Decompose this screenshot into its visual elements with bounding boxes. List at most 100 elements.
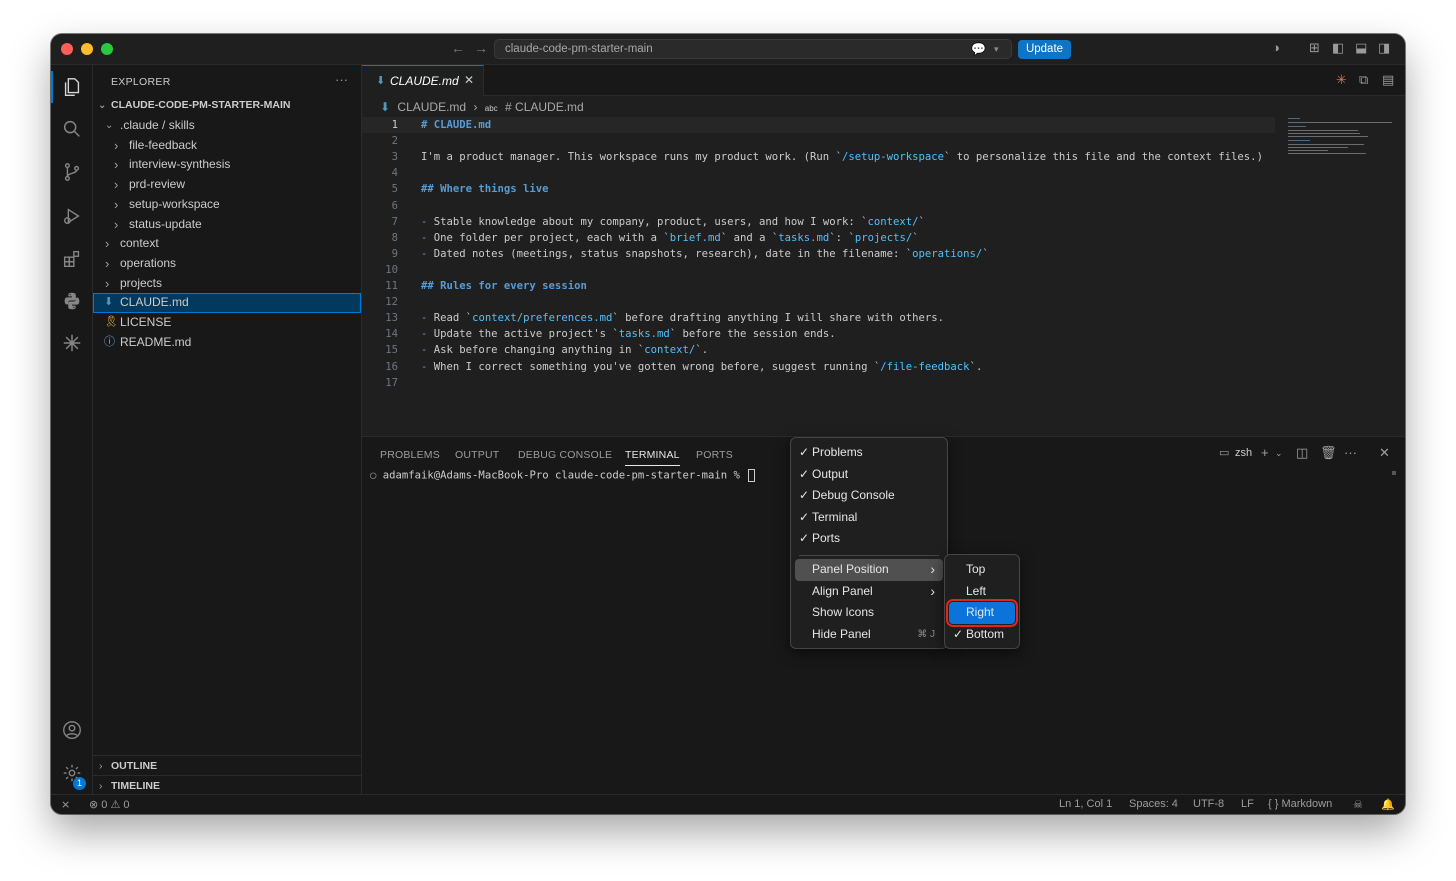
position-option-top[interactable]: Top	[949, 559, 1015, 581]
menu-item-output[interactable]: ✓ Output	[795, 464, 943, 486]
position-option-bottom[interactable]: ✓ Bottom	[949, 624, 1015, 646]
tab-terminal[interactable]: TERMINAL	[625, 449, 680, 466]
new-terminal-icon[interactable]: +	[1261, 445, 1269, 460]
indentation[interactable]: Spaces: 4	[1129, 798, 1178, 810]
chevron-down-icon[interactable]: ⌄	[1275, 448, 1283, 459]
zoom-window-button[interactable]	[101, 43, 113, 55]
python-icon[interactable]	[51, 281, 93, 321]
timeline-section[interactable]: › TIMELINE	[93, 775, 361, 795]
menu-item-ports[interactable]: ✓ Ports	[795, 528, 943, 550]
notifications-bell-icon[interactable]: 🔔	[1381, 798, 1395, 811]
position-option-right[interactable]: Right	[946, 599, 1018, 627]
tree-item-operations[interactable]: › operations	[93, 254, 361, 274]
code-line[interactable]: 4	[362, 165, 1405, 181]
tree-item-claude-skills[interactable]: ⌄ .claude / skills	[93, 116, 361, 136]
menu-item-hide-panel[interactable]: Hide Panel ⌘ J	[795, 624, 943, 646]
open-changes-icon[interactable]: ▤	[1382, 72, 1394, 88]
tab-output[interactable]: OUTPUT	[455, 449, 499, 461]
terminal-prompt-line[interactable]: ○ adamfaik@Adams-MacBook-Pro claude-code…	[370, 469, 756, 482]
tree-item-readme-md[interactable]: ⓘ README.md	[93, 333, 361, 353]
close-tab-icon[interactable]: ✕	[464, 73, 474, 87]
code-line[interactable]: 7 - Stable knowledge about my company, pr…	[362, 214, 1405, 230]
claude-icon[interactable]	[51, 323, 93, 363]
menu-item-show-icons[interactable]: Show Icons	[795, 602, 943, 624]
back-arrow-icon[interactable]: ←	[451, 40, 465, 56]
code-line[interactable]: 3 I'm a product manager. This workspace r…	[362, 149, 1405, 165]
end-of-line[interactable]: LF	[1241, 798, 1254, 810]
copilot-status-icon[interactable]: ☠	[1353, 798, 1363, 811]
copilot-icon[interactable]: ◑	[1272, 40, 1280, 55]
menu-item-terminal[interactable]: ✓ Terminal	[795, 507, 943, 529]
tree-item-claude-md[interactable]: ⬇ CLAUDE.md	[93, 293, 361, 313]
code-line[interactable]: 10	[362, 262, 1405, 278]
chevron-down-icon[interactable]: ▾	[994, 44, 999, 55]
tab-claude-md[interactable]: ⬇ CLAUDE.md ✕	[362, 65, 484, 96]
code-line[interactable]: 14 - Update the active project's `tasks.m…	[362, 326, 1405, 342]
tab-ports[interactable]: PORTS	[696, 449, 733, 461]
remote-icon[interactable]: ⨯	[61, 798, 70, 811]
search-icon[interactable]	[51, 109, 93, 149]
menu-item-align-panel[interactable]: Align Panel ›	[795, 581, 943, 603]
extensions-icon[interactable]	[51, 239, 93, 279]
code-line[interactable]: 15 - Ask before changing anything in `con…	[362, 342, 1405, 358]
code-line[interactable]: 8 - One folder per project, each with a `…	[362, 230, 1405, 246]
minimap[interactable]	[1288, 117, 1392, 157]
code-line[interactable]: 12	[362, 294, 1405, 310]
command-center-search[interactable]: claude-code-pm-starter-main 💬 ▾	[494, 39, 1012, 59]
chat-icon[interactable]: 💬	[971, 42, 986, 56]
menu-item-debug-console[interactable]: ✓ Debug Console	[795, 485, 943, 507]
tree-item-file-feedback[interactable]: › file-feedback	[93, 136, 361, 156]
toggle-secondary-sidebar-icon[interactable]: ◨	[1378, 40, 1390, 56]
more-panel-actions-icon[interactable]: ···	[1344, 445, 1357, 460]
tree-item-status-update[interactable]: › status-update	[93, 215, 361, 235]
position-option-left[interactable]: Left	[949, 581, 1015, 603]
terminal-scrollbar[interactable]	[1392, 471, 1396, 475]
code-line[interactable]: 1 # CLAUDE.md	[362, 117, 1275, 134]
code-line[interactable]: 17	[362, 375, 1405, 391]
tree-item-interview-synthesis[interactable]: › interview-synthesis	[93, 155, 361, 175]
tree-item-setup-workspace[interactable]: › setup-workspace	[93, 195, 361, 215]
split-terminal-icon[interactable]: ◫	[1296, 445, 1308, 461]
code-line[interactable]: 2	[362, 133, 1405, 149]
menu-item-problems[interactable]: ✓ Problems	[795, 442, 943, 464]
kill-terminal-icon[interactable]: 🗑	[1320, 445, 1337, 461]
tree-item-prd-review[interactable]: › prd-review	[93, 175, 361, 195]
explorer-icon[interactable]	[51, 67, 93, 107]
cursor-position[interactable]: Ln 1, Col 1	[1059, 798, 1112, 810]
tree-item-projects[interactable]: › projects	[93, 274, 361, 294]
toggle-panel-icon[interactable]: ⬓	[1355, 40, 1367, 56]
claude-action-icon[interactable]: ✳	[1336, 72, 1347, 88]
shell-name[interactable]: zsh	[1235, 447, 1252, 459]
code-line[interactable]: 11 ## Rules for every session	[362, 278, 1405, 294]
code-line[interactable]: 5 ## Where things live	[362, 181, 1405, 197]
run-debug-icon[interactable]	[51, 196, 93, 236]
customize-layout-icon[interactable]: ⊞	[1309, 40, 1320, 56]
encoding[interactable]: UTF-8	[1193, 798, 1224, 810]
more-actions-icon[interactable]: ···	[335, 72, 348, 87]
code-line[interactable]: 9 - Dated notes (meetings, status snapsho…	[362, 246, 1405, 262]
breadcrumb-file[interactable]: CLAUDE.md	[397, 100, 466, 114]
close-panel-icon[interactable]: ✕	[1379, 445, 1390, 461]
problems-status[interactable]: ⊗ 0 ⚠ 0	[89, 798, 130, 811]
source-control-icon[interactable]	[51, 152, 93, 192]
code-line[interactable]: 13 - Read `context/preferences.md` before…	[362, 310, 1405, 326]
tree-item-license[interactable]: 🎗 LICENSE	[93, 313, 361, 333]
minimize-window-button[interactable]	[81, 43, 93, 55]
workspace-root[interactable]: ⌄ CLAUDE-CODE-PM-STARTER-MAIN	[93, 96, 361, 116]
account-icon[interactable]	[51, 710, 93, 750]
terminal-shell-icon[interactable]: ▭	[1219, 446, 1229, 459]
toggle-primary-sidebar-icon[interactable]: ◧	[1332, 40, 1344, 56]
tree-item-context[interactable]: › context	[93, 234, 361, 254]
forward-arrow-icon[interactable]: →	[474, 40, 488, 56]
outline-section[interactable]: › OUTLINE	[93, 755, 361, 775]
menu-item-panel-position[interactable]: Panel Position ›	[795, 559, 943, 581]
update-button[interactable]: Update	[1018, 40, 1071, 59]
close-window-button[interactable]	[61, 43, 73, 55]
open-preview-icon[interactable]: ⧉	[1359, 72, 1368, 88]
breadcrumb-symbol[interactable]: # CLAUDE.md	[505, 100, 584, 114]
tab-problems[interactable]: PROBLEMS	[380, 449, 440, 461]
code-line[interactable]: 16 - When I correct something you've gott…	[362, 359, 1405, 375]
language-mode[interactable]: { } Markdown	[1268, 798, 1332, 810]
manage-gear-icon[interactable]: 1	[51, 753, 93, 793]
tab-debug-console[interactable]: DEBUG CONSOLE	[518, 449, 612, 461]
